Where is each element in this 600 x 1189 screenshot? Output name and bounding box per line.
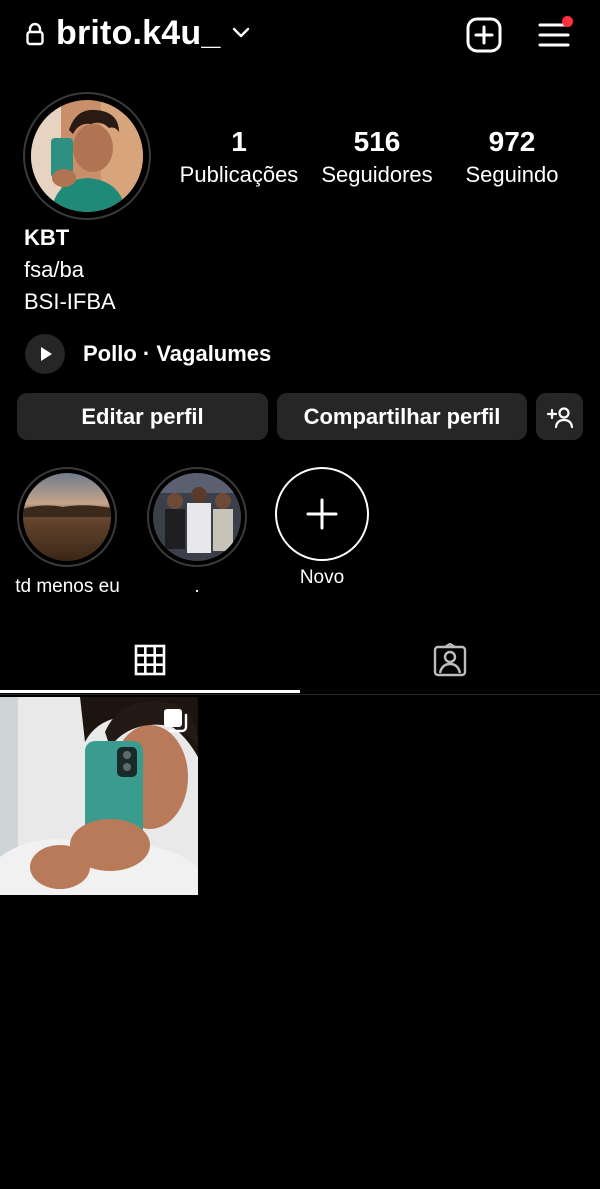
notification-dot bbox=[562, 16, 573, 27]
edit-profile-button[interactable]: Editar perfil bbox=[17, 393, 268, 440]
new-post-icon[interactable] bbox=[466, 17, 502, 53]
stat-followers-value: 516 bbox=[353, 126, 401, 157]
add-person-icon bbox=[546, 406, 573, 428]
bio-line: BSI-IFBA bbox=[24, 289, 116, 314]
avatar[interactable] bbox=[31, 100, 143, 212]
stat-following-value: 972 bbox=[488, 126, 536, 157]
profile-music[interactable]: Pollo · Vagalumes bbox=[83, 341, 271, 367]
highlight-label: . bbox=[194, 576, 200, 597]
plus-icon bbox=[306, 498, 338, 530]
music-play-button[interactable] bbox=[25, 334, 65, 374]
username[interactable]: brito.k4u_ bbox=[56, 14, 220, 53]
active-tab-indicator bbox=[0, 690, 300, 693]
lock-icon bbox=[26, 22, 44, 46]
stat-followers-label: Seguidores bbox=[321, 162, 433, 187]
highlight-label: td menos eu bbox=[15, 576, 120, 597]
stat-followers[interactable]: 516 Seguidores bbox=[312, 125, 442, 189]
stat-posts-label: Publicações bbox=[179, 162, 299, 187]
post-thumbnail[interactable] bbox=[0, 697, 198, 895]
grid-icon bbox=[134, 644, 166, 676]
chevron-down-icon[interactable] bbox=[232, 26, 250, 40]
tab-posts-grid[interactable] bbox=[0, 630, 300, 690]
tab-divider bbox=[0, 694, 600, 695]
stat-following[interactable]: 972 Seguindo bbox=[452, 125, 572, 189]
stat-posts-value: 1 bbox=[231, 126, 247, 157]
play-icon bbox=[41, 347, 52, 361]
add-person-button[interactable] bbox=[536, 393, 583, 440]
profile-name: KBT bbox=[24, 225, 70, 250]
highlight-cover[interactable] bbox=[153, 473, 241, 561]
highlight-cover[interactable] bbox=[23, 473, 111, 561]
carousel-icon bbox=[164, 709, 188, 733]
tab-tagged[interactable] bbox=[300, 630, 600, 690]
share-profile-button[interactable]: Compartilhar perfil bbox=[277, 393, 527, 440]
tagged-person-icon bbox=[433, 643, 467, 677]
stat-following-label: Seguindo bbox=[465, 162, 559, 187]
new-highlight-button[interactable] bbox=[275, 467, 369, 561]
bio-line: fsa/ba bbox=[24, 257, 84, 282]
highlight-label: Novo bbox=[299, 567, 345, 588]
stat-posts[interactable]: 1 Publicações bbox=[170, 125, 308, 189]
